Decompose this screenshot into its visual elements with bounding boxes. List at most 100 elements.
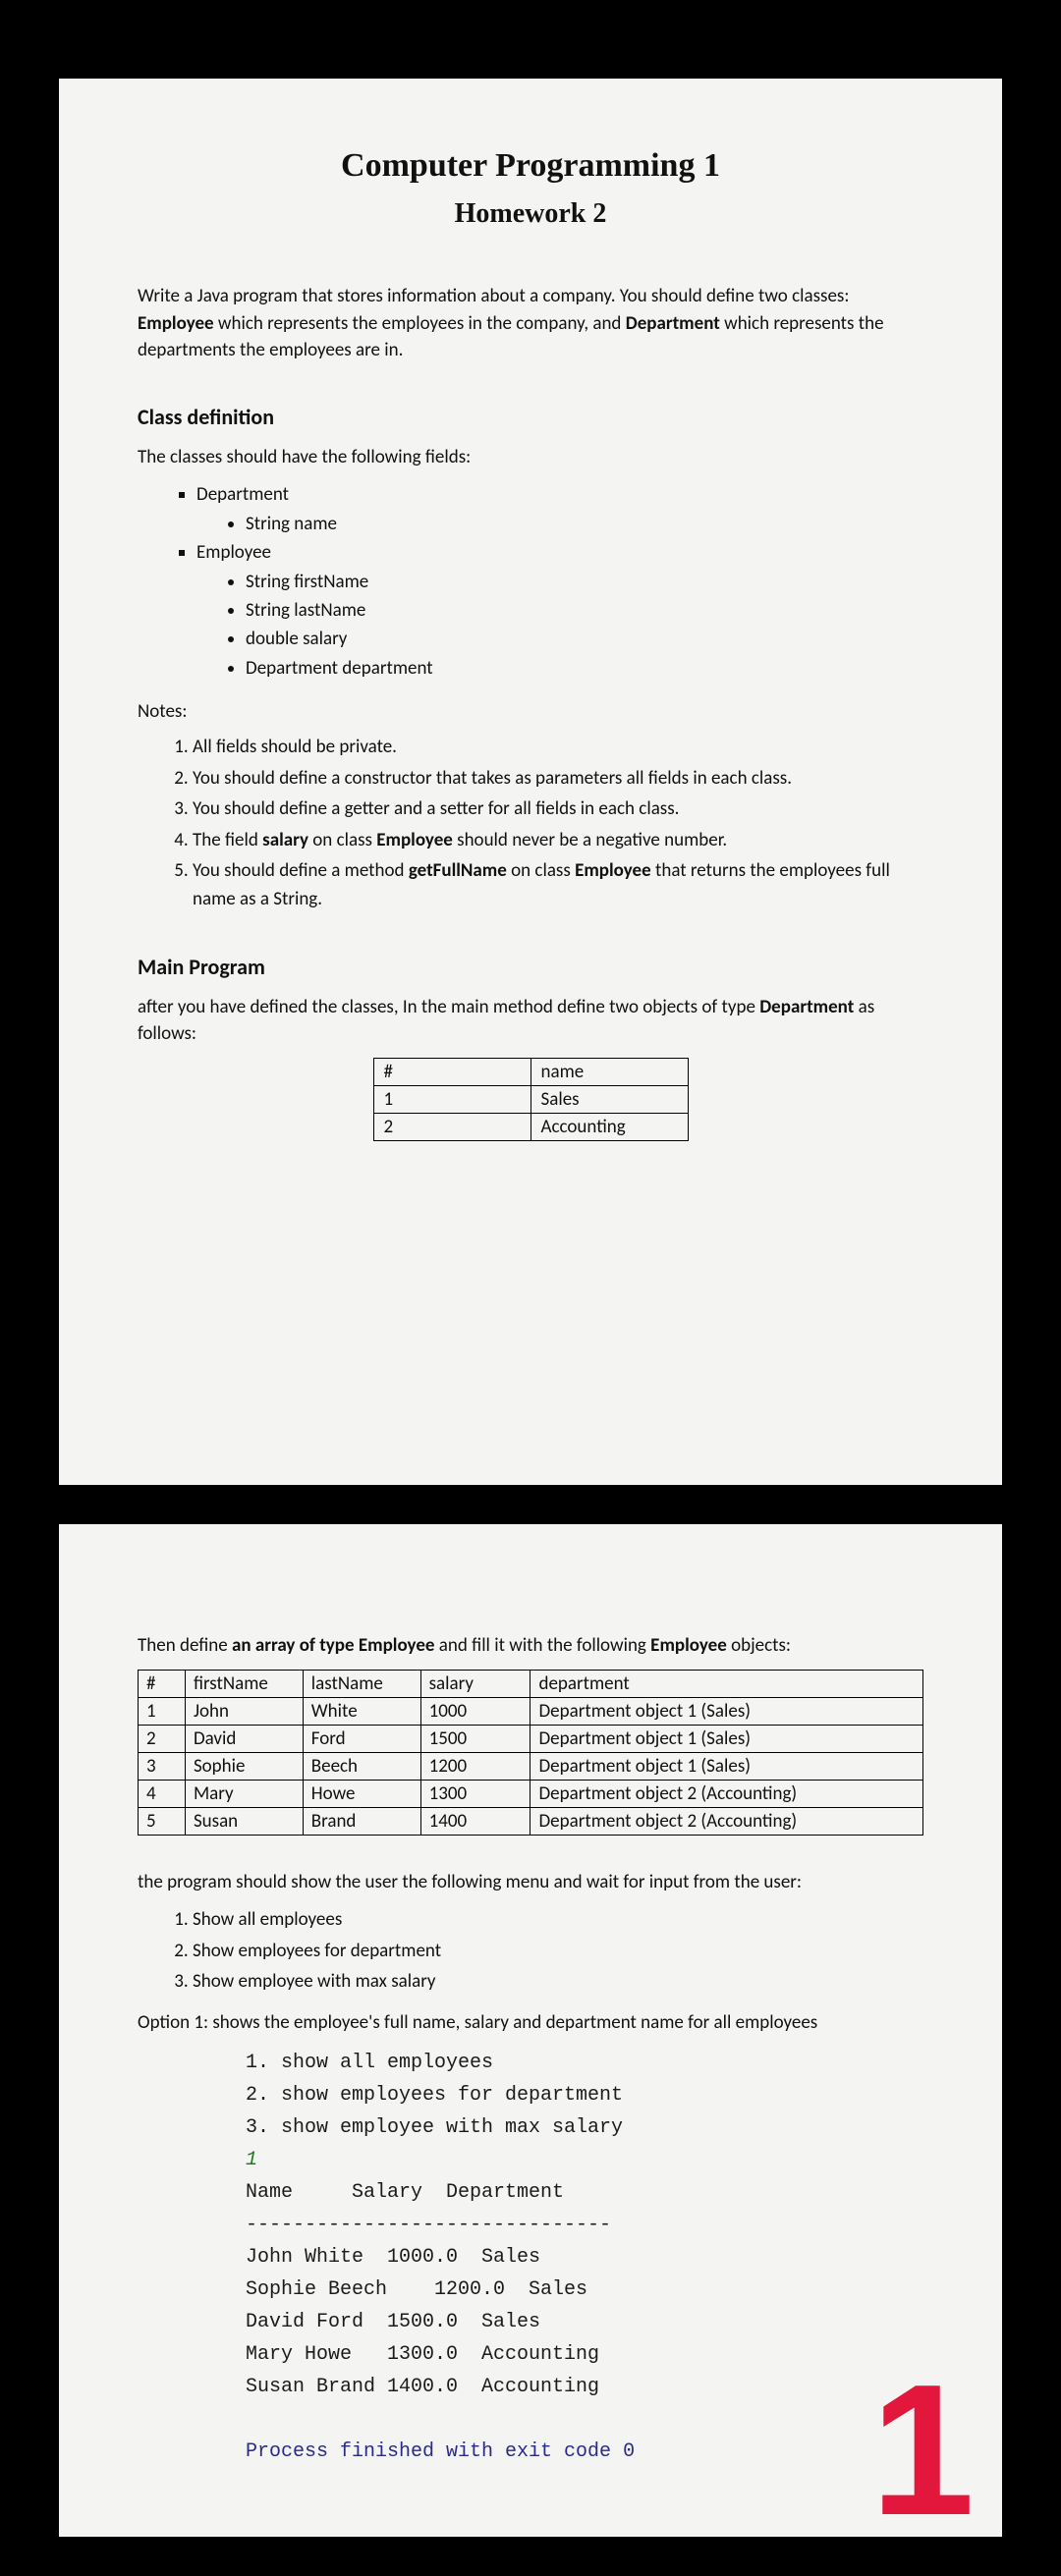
text: after you have defined the classes, In t… — [138, 996, 759, 1018]
heading-main-program: Main Program — [138, 954, 923, 980]
list-item: Show all employees — [193, 1905, 923, 1934]
menu-list: Show all employees Show employees for de… — [138, 1905, 923, 1996]
field-employee: Employee — [196, 541, 271, 564]
heading-class-definition: Class definition — [138, 404, 923, 430]
table-row: # firstName lastName salary department — [139, 1670, 923, 1697]
cell: 1200 — [420, 1752, 530, 1780]
table-row: 2DavidFord1500Department object 1 (Sales… — [139, 1725, 923, 1752]
cell: 1500 — [420, 1725, 530, 1752]
list-item: Department String name — [196, 480, 923, 538]
list-item: Show employees for department — [193, 1937, 923, 1965]
cell: John — [185, 1697, 303, 1725]
list-item: String firstName — [246, 568, 923, 596]
employee-bold: Employee — [575, 859, 651, 882]
cell: 2 — [139, 1725, 186, 1752]
cell: Ford — [303, 1725, 420, 1752]
department-bold: Department — [626, 312, 720, 335]
table-row: 4MaryHowe1300Department object 2 (Accoun… — [139, 1780, 923, 1807]
list-item: You should define a method getFullName o… — [193, 856, 923, 914]
list-item: String lastName — [246, 596, 923, 625]
console-line: Susan Brand 1400.0 Accounting — [246, 2376, 599, 2398]
cell: 1000 — [420, 1697, 530, 1725]
doc-subtitle: Homework 2 — [138, 198, 923, 230]
doc-title: Computer Programming 1 — [138, 147, 923, 185]
cell: 4 — [139, 1780, 186, 1807]
console-line: Name Salary Department — [246, 2181, 564, 2204]
console-exit-line: Process finished with exit code 0 — [246, 2440, 635, 2463]
option1-desc: Option 1: shows the employee's full name… — [138, 2009, 923, 2037]
list-item: String name — [246, 510, 923, 538]
page-number-badge: 1 — [870, 2376, 975, 2525]
notes-list: All fields should be private. You should… — [138, 733, 923, 914]
salary-bold: salary — [262, 829, 308, 851]
cell: Department object 2 (Accounting) — [530, 1807, 923, 1835]
employee-fields: String firstName String lastName double … — [196, 568, 923, 684]
console-user-input: 1 — [246, 2149, 257, 2171]
th: firstName — [185, 1670, 303, 1697]
table-row: 3SophieBeech1200Department object 1 (Sal… — [139, 1752, 923, 1780]
list-item: Employee String firstName String lastNam… — [196, 538, 923, 683]
table-row: 2 Accounting — [373, 1113, 688, 1140]
cell: 3 — [139, 1752, 186, 1780]
list-item: All fields should be private. — [193, 733, 923, 761]
table-row: 1JohnWhite1000Department object 1 (Sales… — [139, 1697, 923, 1725]
th: salary — [420, 1670, 530, 1697]
employee-bold: Employee — [650, 1634, 727, 1657]
text: Write a Java program that stores informa… — [138, 285, 849, 307]
department-table: # name 1 Sales 2 Accounting — [373, 1058, 689, 1141]
intro-paragraph: Write a Java program that stores informa… — [138, 283, 923, 364]
classdef-lead: The classes should have the following fi… — [138, 444, 923, 471]
array-employee-bold: an array of type Employee — [232, 1634, 434, 1657]
console-line: 2. show employees for department — [246, 2084, 623, 2107]
cell: Sophie — [185, 1752, 303, 1780]
cell: David — [185, 1725, 303, 1752]
page2-lead: Then define an array of type Employee an… — [138, 1632, 923, 1660]
console-output: 1. show all employees 2. show employees … — [246, 2047, 923, 2468]
console-line: ------------------------------- — [246, 2214, 611, 2236]
department-fields: String name — [196, 510, 923, 538]
console-line: David Ford 1500.0 Sales — [246, 2311, 540, 2333]
th-num: # — [373, 1058, 530, 1085]
list-item: You should define a getter and a setter … — [193, 795, 923, 823]
text: The field — [193, 829, 262, 851]
cell: 1 — [373, 1085, 530, 1113]
list-item: double salary — [246, 625, 923, 653]
table-row: # name — [373, 1058, 688, 1085]
text: should never be a negative number. — [453, 829, 727, 851]
th: lastName — [303, 1670, 420, 1697]
cell: Department object 1 (Sales) — [530, 1752, 923, 1780]
list-item: Show employee with max salary — [193, 1967, 923, 1996]
console-line: Mary Howe 1300.0 Accounting — [246, 2343, 599, 2366]
text: Then define — [138, 1634, 232, 1657]
employee-table: # firstName lastName salary department 1… — [138, 1670, 923, 1836]
table-row: 5SusanBrand1400Department object 2 (Acco… — [139, 1807, 923, 1835]
department-bold: Department — [759, 996, 854, 1018]
cell: 2 — [373, 1113, 530, 1140]
notes-label: Notes: — [138, 700, 923, 723]
cell: Howe — [303, 1780, 420, 1807]
page-1: Computer Programming 1 Homework 2 Write … — [59, 79, 1002, 1485]
console-line: 1. show all employees — [246, 2052, 493, 2074]
cell: White — [303, 1697, 420, 1725]
cell: Department object 1 (Sales) — [530, 1725, 923, 1752]
cell: Sales — [530, 1085, 688, 1113]
page-2: Then define an array of type Employee an… — [59, 1524, 1002, 2537]
getfullname-bold: getFullName — [409, 859, 507, 882]
cell: Susan — [185, 1807, 303, 1835]
th: # — [139, 1670, 186, 1697]
page-bottom-space — [138, 1141, 923, 1416]
cell: 1300 — [420, 1780, 530, 1807]
cell: 5 — [139, 1807, 186, 1835]
employee-bold: Employee — [376, 829, 453, 851]
cell: Beech — [303, 1752, 420, 1780]
list-item: The field salary on class Employee shoul… — [193, 826, 923, 854]
field-department: Department — [196, 483, 289, 506]
console-line: Sophie Beech 1200.0 Sales — [246, 2278, 587, 2301]
list-item: You should define a constructor that tak… — [193, 764, 923, 793]
fields-list: Department String name Employee String f… — [138, 480, 923, 683]
text: You should define a method — [193, 859, 409, 882]
cell: Mary — [185, 1780, 303, 1807]
th: department — [530, 1670, 923, 1697]
th-name: name — [530, 1058, 688, 1085]
cell: Brand — [303, 1807, 420, 1835]
